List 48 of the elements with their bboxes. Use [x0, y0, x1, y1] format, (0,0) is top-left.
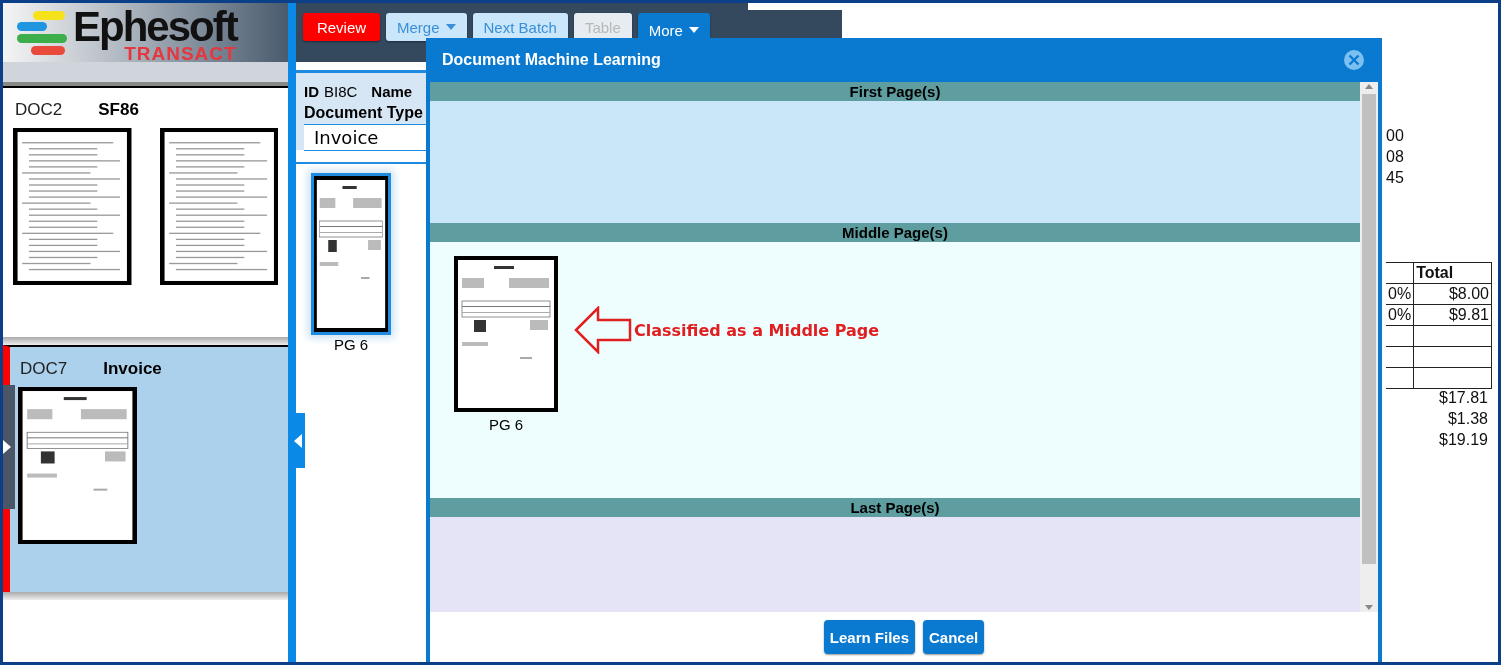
page-thumbnail[interactable]: [13, 128, 132, 285]
document-type-label: Document Type: [304, 104, 424, 122]
table-cell: 0%: [1386, 304, 1414, 326]
section-header: Last Page(s): [430, 498, 1360, 517]
scrollbar[interactable]: [1360, 82, 1378, 612]
logo-icon: [17, 10, 67, 55]
table-cell: 0%: [1386, 283, 1414, 305]
expand-handle[interactable]: [3, 385, 15, 509]
dialog-title: Document Machine Learning: [442, 51, 661, 69]
collapse-handle[interactable]: [291, 413, 305, 468]
section-header: Middle Page(s): [430, 223, 1360, 242]
table-cell: $8.00: [1413, 283, 1492, 305]
document-card[interactable]: DOC7 Invoice: [3, 345, 288, 592]
page-thumbnail[interactable]: [18, 387, 137, 544]
page-thumbnail[interactable]: [454, 256, 558, 412]
dropdown-button[interactable]: Merge: [386, 13, 467, 41]
dialog-button[interactable]: Learn Files: [823, 620, 915, 654]
page-label: PG 6: [488, 416, 524, 433]
document-id: DOC7: [20, 359, 68, 379]
section-header: First Page(s): [430, 82, 1360, 101]
document-type: Invoice: [103, 359, 162, 379]
id-label: ID: [304, 83, 319, 100]
document-text: 45: [1386, 169, 1405, 188]
document-text: 00: [1386, 127, 1405, 146]
logo-text: Ephesoft: [73, 6, 237, 48]
name-label: Name: [371, 83, 413, 100]
document-text: 08: [1386, 148, 1405, 167]
annotation-text: Classified as a Middle Page: [634, 320, 880, 340]
left-arrow-icon: [574, 306, 632, 354]
toolbar-button[interactable]: Next Batch: [472, 13, 568, 41]
toolbar-button[interactable]: Review: [303, 13, 380, 41]
document-type: SF86: [98, 100, 139, 120]
column-heading: Total: [1413, 262, 1492, 284]
left-arrow-icon: [294, 433, 302, 448]
table-cell: $9.81: [1413, 304, 1492, 326]
total-amount: $19.19: [1438, 431, 1489, 450]
total-amount: $1.38: [1446, 410, 1489, 429]
total-amount: $17.81: [1438, 389, 1489, 408]
caret-icon: [688, 27, 699, 33]
caret-icon: [445, 24, 456, 30]
scroll-up-icon[interactable]: [1364, 82, 1374, 90]
page-thumbnail[interactable]: [314, 176, 388, 332]
id-value: BI8C: [324, 83, 358, 100]
right-arrow-icon: [3, 440, 11, 454]
page-label: PG 6: [333, 336, 369, 353]
dialog-button[interactable]: Cancel: [923, 620, 985, 654]
page-thumbnail[interactable]: [159, 128, 278, 285]
document-id: DOC2: [15, 100, 63, 120]
